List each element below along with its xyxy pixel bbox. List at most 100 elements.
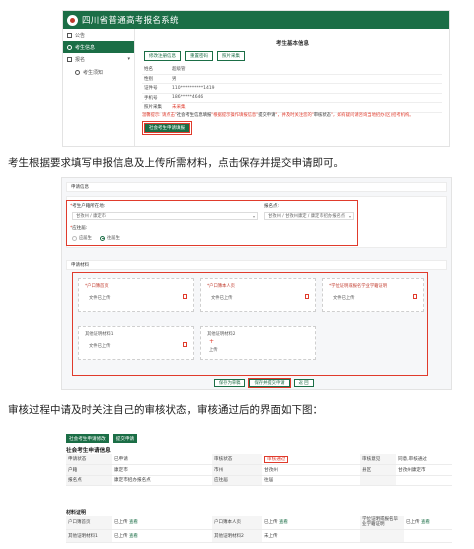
save-submit-button[interactable]: 保存并提交申请 [247,377,292,389]
field-value: 未采集 [172,105,186,111]
form-actions: 保存为草稿 保存并提交申请 返 回 [214,377,314,389]
cell-key: 审核意见 [360,454,396,465]
photo-capture-button[interactable]: 照片采集 [217,51,245,61]
info-row: 手机号 186*****4646 [142,94,442,103]
delete-icon[interactable] [183,294,187,299]
sidebar-item-label: 考生须知 [83,69,104,76]
cell-key [360,529,404,543]
upload-card: *户口簿首页 文件已上传 [78,278,194,312]
radio-fresh[interactable]: 应届生 [72,235,92,241]
signup-icon [67,56,72,62]
view-link[interactable]: 查看 [421,520,430,525]
back-button[interactable]: 返 回 [293,379,314,387]
card-title: *学位证明或报名学业学籍证明 [329,284,388,289]
section-title: 申请材料 [71,263,89,268]
cell-key: 户口簿本人页 [212,516,262,530]
sidebar-item-label: 公告 [75,32,86,39]
cell-value: 已上传 查看 [404,516,452,530]
field-value: 男 [172,76,177,82]
card-title: 其他证明材料2 [207,332,236,337]
radio-icon [72,235,77,241]
sidebar-item-label: 考生信息 [75,44,96,51]
cell-value: 往届 [262,475,360,486]
approved-screenshot: 社会考生申请修改 提交申请 社会考生申请信息 申请状态 已申请 审核状态 审核通… [62,432,452,544]
notice-icon [75,69,80,75]
field-value: 超级管 [172,67,186,73]
view-link[interactable]: 查看 [129,520,138,525]
modify-application-button[interactable]: 社会考生申请修改 [66,434,109,443]
site-select[interactable]: 甘孜州 / 甘孜州康定 / 康定市招办报名点 ▾ [264,212,354,220]
cell-value [396,475,452,486]
social-candidate-apply-button[interactable]: 社会考生申请填报 [142,121,192,135]
main-panel: 考生基本信息 修改注册信息 重置密码 照片采集 姓名 超级管 性别 男 证件号 110… [136,29,449,146]
upload-status: 已上传 [264,520,278,526]
card-status: 文件已上传 [211,296,233,301]
materials-title: 材料证明 [66,510,87,516]
cell-value: 甘孜州康定市 [396,464,452,476]
cell-key: 其他证明材料1 [66,529,112,543]
apply-form-screenshot: 申请信息 *考生户籍所在地: 甘孜州 / 康定市 ▾ 报名点: 甘孜州 / 甘孜州… [61,177,452,390]
application-info-table: 申请状态 已申请 审核状态 审核通过 审核意见 同意,审核通过 户籍 康定市 市… [66,454,452,486]
radio-checked-icon [100,235,105,241]
section-header-apply: 申请信息 [66,182,447,192]
status-badge: 审核通过 [264,456,289,463]
table-row: 户籍 康定市 市州 甘孜州 县区 甘孜州康定市 [66,464,452,476]
card-status: 上传 [209,348,218,353]
delete-icon[interactable] [183,342,187,347]
sidebar-item-notice[interactable]: 公告 [63,29,134,41]
cell-value: 康定市 [112,464,212,476]
chevron-down-icon: ▾ [127,56,130,62]
select-value: 甘孜州 / 甘孜州康定 / 康定市招办报名点 [268,214,346,219]
action-buttons: 修改注册信息 重置密码 照片采集 [144,51,245,61]
cell-value: 已上传 查看 [112,516,212,530]
card-status: 文件已上传 [333,296,355,301]
student-info-screenshot: 四川省普通高考报名系统 公告 考生信息 报名 ▾ 考生须知 考生基本信息 修改注… [62,10,450,147]
sidebar-item-student-notice[interactable]: 考生须知 [63,65,134,79]
notice-icon [67,32,72,38]
cell-key: 学位证明或报名毕业学籍证明 [360,516,404,530]
select-value: 甘孜州 / 康定市 [76,214,106,219]
app-header: 四川省普通高考报名系统 [63,11,449,29]
caption-2: 审核过程中请及时关注自己的审核状态，审核通过后的界面如下图： [8,404,323,416]
upload-card[interactable]: 其他证明材料2 + 上传 [200,326,316,360]
chevron-down-icon: ▾ [348,213,351,219]
save-draft-button[interactable]: 保存为草稿 [214,379,246,387]
section-title: 申请信息 [71,185,89,190]
delete-icon[interactable] [305,294,309,299]
table-row: 其他证明材料1 已上传 查看 其他证明材料2 未上传 [66,529,452,543]
fresh-label: *应往届: [70,226,88,231]
field-label: 照片采集 [144,105,162,111]
label-text: 应往届: [72,226,88,231]
edit-registration-button[interactable]: 修改注册信息 [144,51,181,61]
reset-password-button[interactable]: 重置密码 [185,51,213,61]
sidebar-item-signup[interactable]: 报名 ▾ [63,53,134,65]
hukou-label: *考生户籍所在地: [70,204,106,209]
cell-value: 已申请 [112,454,212,465]
field-label: 性别 [144,76,153,82]
sidebar-item-label: 报名 [75,56,86,63]
upload-card: *学位证明或报名学业学籍证明 文件已上传 [322,278,424,312]
cell-value: 已上传 查看 [262,516,360,530]
cell-key: 县区 [360,464,396,476]
field-label: 姓名 [144,67,153,73]
cell-value [404,529,452,543]
tip-part: 根据提示操作填报信息 [213,113,257,118]
delete-icon[interactable] [413,294,417,299]
radio-previous[interactable]: 往届生 [100,235,120,241]
cell-value: 同意,审核通过 [396,454,452,465]
cell-key: 报名点 [66,475,112,486]
hukou-select[interactable]: 甘孜州 / 康定市 ▾ [72,212,258,220]
view-link[interactable]: 查看 [129,534,138,539]
submit-application-button[interactable]: 提交申请 [112,434,138,443]
sidebar: 公告 考生信息 报名 ▾ 考生须知 [63,29,135,146]
site-label: 报名点: [264,203,279,209]
view-link[interactable]: 查看 [279,520,288,525]
app-title: 四川省普通高考报名系统 [82,16,179,26]
table-row: 申请状态 已申请 审核状态 审核通过 审核意见 同意,审核通过 [66,454,452,465]
field-value: 186*****4646 [172,95,204,101]
chevron-down-icon: ▾ [252,213,255,219]
sidebar-item-student-info[interactable]: 考生信息 [63,41,134,53]
card-status: 文件已上传 [89,344,111,349]
upload-status: 已上传 [406,520,420,526]
card-title: 其他证明材料1 [85,332,114,337]
